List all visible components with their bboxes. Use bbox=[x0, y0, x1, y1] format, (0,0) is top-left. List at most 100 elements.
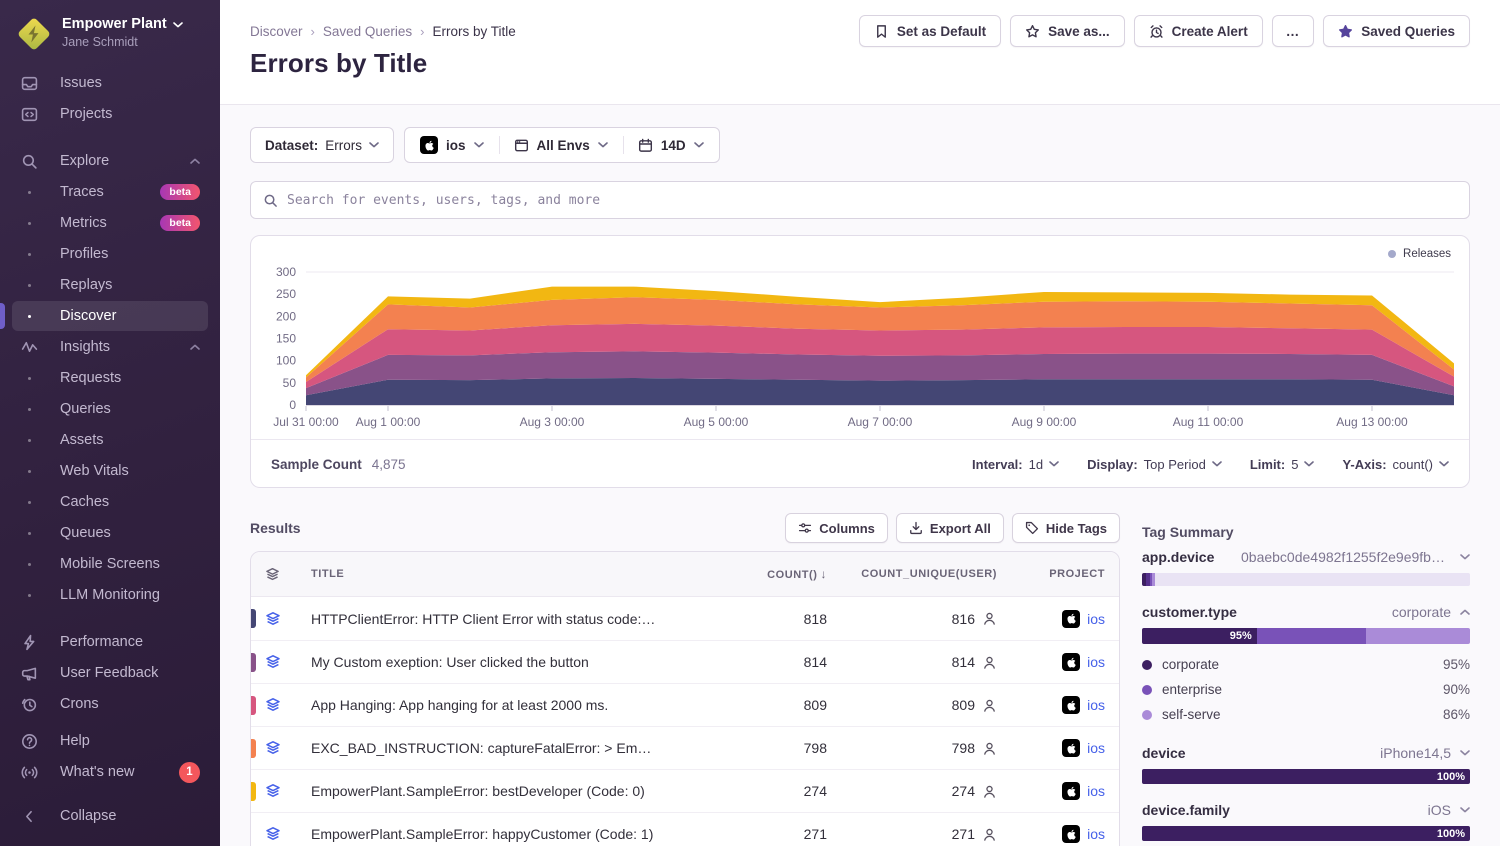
releases-legend-toggle[interactable]: Releases bbox=[251, 236, 1469, 262]
more-options-button[interactable]: … bbox=[1272, 15, 1315, 47]
sidebar-item-user-feedback[interactable]: User Feedback bbox=[12, 658, 208, 688]
tag-distribution-bar[interactable]: 100% bbox=[1142, 826, 1470, 841]
sidebar-item-help[interactable]: Help bbox=[12, 726, 208, 756]
page-filter-group: ios All Envs 14D bbox=[404, 127, 720, 163]
org-switcher[interactable]: Empower Plant Jane Schmidt bbox=[12, 14, 208, 68]
bullet-icon bbox=[20, 524, 38, 542]
sidebar-item-issues[interactable]: Issues bbox=[12, 68, 208, 98]
tag-section-header[interactable]: device iPhone14,5 bbox=[1142, 745, 1470, 761]
user-icon bbox=[982, 698, 997, 713]
dataset-selector[interactable]: Dataset: Errors bbox=[250, 127, 394, 163]
sidebar-item-queries[interactable]: Queries bbox=[12, 394, 208, 424]
environment-filter[interactable]: All Envs bbox=[499, 128, 623, 162]
bullet-icon bbox=[20, 214, 38, 232]
set-as-default-button[interactable]: Set as Default bbox=[859, 15, 1001, 47]
tag-summary-panel: Tag Summary app.device 0baebc0de4982f125… bbox=[1142, 513, 1470, 846]
project-link[interactable]: ios bbox=[1087, 740, 1105, 756]
sidebar-item-caches[interactable]: Caches bbox=[12, 487, 208, 517]
project-cell[interactable]: ios bbox=[997, 610, 1105, 628]
sidebar-item-queues[interactable]: Queues bbox=[12, 518, 208, 548]
create-alert-button[interactable]: Create Alert bbox=[1134, 15, 1263, 47]
sidebar-item-mobile-screens[interactable]: Mobile Screens bbox=[12, 549, 208, 579]
table-row[interactable]: App Hanging: App hanging for at least 20… bbox=[251, 683, 1119, 726]
tag-distribution-bar[interactable]: 95% bbox=[1142, 628, 1470, 644]
sidebar-item-replays[interactable]: Replays bbox=[12, 270, 208, 300]
star-icon bbox=[1025, 24, 1040, 39]
tag-legend-item[interactable]: enterprise90% bbox=[1142, 677, 1470, 702]
limit-select[interactable]: Limit:5 bbox=[1250, 457, 1315, 472]
bullet-icon bbox=[20, 586, 38, 604]
project-link[interactable]: ios bbox=[1087, 654, 1105, 670]
project-cell[interactable]: ios bbox=[997, 696, 1105, 714]
display-select[interactable]: Display:Top Period bbox=[1087, 457, 1222, 472]
results-header: Results Columns Export All bbox=[250, 513, 1120, 543]
tag-legend-item[interactable]: corporate95% bbox=[1142, 652, 1470, 677]
tag-value-percent: 95% bbox=[1443, 657, 1470, 672]
sidebar-item-llm-monitoring[interactable]: LLM Monitoring bbox=[12, 580, 208, 610]
project-filter[interactable]: ios bbox=[405, 128, 499, 162]
project-link[interactable]: ios bbox=[1087, 611, 1105, 627]
column-title[interactable]: TITLE bbox=[311, 568, 677, 580]
sidebar-item-web-vitals[interactable]: Web Vitals bbox=[12, 456, 208, 486]
project-cell[interactable]: ios bbox=[997, 653, 1105, 671]
sidebar-item-crons[interactable]: Crons bbox=[12, 689, 208, 719]
tag-legend-item[interactable]: self-serve86% bbox=[1142, 702, 1470, 727]
search-icon bbox=[20, 152, 38, 170]
tag-section-header[interactable]: device.family iOS bbox=[1142, 802, 1470, 818]
search-input[interactable] bbox=[287, 193, 1457, 208]
tag-value-name: self-serve bbox=[1162, 707, 1221, 722]
sidebar-item-profiles[interactable]: Profiles bbox=[12, 239, 208, 269]
project-link[interactable]: ios bbox=[1087, 697, 1105, 713]
tag-top-value: iPhone14,5 bbox=[1380, 745, 1451, 761]
count-unique-cell: 809 bbox=[827, 697, 997, 713]
breadcrumb-saved-queries[interactable]: Saved Queries bbox=[323, 24, 412, 39]
tag-summary-heading: Tag Summary bbox=[1142, 517, 1470, 547]
count-value: 818 bbox=[677, 611, 827, 627]
column-count[interactable]: COUNT()↓ bbox=[677, 567, 827, 581]
help-icon bbox=[20, 732, 38, 750]
saved-queries-button[interactable]: Saved Queries bbox=[1323, 15, 1470, 47]
sidebar-group-explore[interactable]: Explore bbox=[12, 146, 208, 176]
apple-icon bbox=[1062, 653, 1080, 671]
sidebar-item-requests[interactable]: Requests bbox=[12, 363, 208, 393]
results-table: TITLE COUNT()↓ COUNT_UNIQUE(USER) PROJEC… bbox=[250, 551, 1120, 846]
yaxis-select[interactable]: Y-Axis:count() bbox=[1342, 457, 1449, 472]
table-row[interactable]: My Custom exeption: User clicked the but… bbox=[251, 640, 1119, 683]
columns-button[interactable]: Columns bbox=[785, 513, 888, 543]
apple-icon bbox=[1062, 696, 1080, 714]
export-all-button[interactable]: Export All bbox=[896, 513, 1004, 543]
table-row[interactable]: EXC_BAD_INSTRUCTION: captureFatalError: … bbox=[251, 726, 1119, 769]
interval-select[interactable]: Interval:1d bbox=[972, 457, 1059, 472]
project-link[interactable]: ios bbox=[1087, 826, 1105, 842]
series-color-chip bbox=[251, 739, 256, 758]
tag-distribution-bar[interactable]: 100% bbox=[1142, 769, 1470, 784]
ellipsis-icon: … bbox=[1286, 24, 1301, 39]
column-project[interactable]: PROJECT bbox=[997, 568, 1105, 580]
sidebar-item-traces[interactable]: Traces beta bbox=[12, 177, 208, 207]
date-range-filter[interactable]: 14D bbox=[623, 128, 719, 162]
hide-tags-button[interactable]: Hide Tags bbox=[1012, 513, 1120, 543]
sidebar-item-performance[interactable]: Performance bbox=[12, 627, 208, 657]
project-link[interactable]: ios bbox=[1087, 783, 1105, 799]
sidebar-item-discover[interactable]: Discover bbox=[12, 301, 208, 331]
table-row[interactable]: EmpowerPlant.SampleError: happyCustomer … bbox=[251, 812, 1119, 846]
column-count-unique[interactable]: COUNT_UNIQUE(USER) bbox=[827, 568, 997, 580]
sidebar-item-metrics[interactable]: Metrics beta bbox=[12, 208, 208, 238]
project-cell[interactable]: ios bbox=[997, 739, 1105, 757]
breadcrumb-discover[interactable]: Discover bbox=[250, 24, 303, 39]
table-row[interactable]: HTTPClientError: HTTP Client Error with … bbox=[251, 597, 1119, 640]
tag-section-header[interactable]: customer.type corporate bbox=[1142, 604, 1470, 620]
save-as-button[interactable]: Save as... bbox=[1010, 15, 1125, 47]
sidebar-item-projects[interactable]: Projects bbox=[12, 99, 208, 129]
sidebar-item-label: User Feedback bbox=[60, 665, 158, 681]
sidebar-group-insights[interactable]: Insights bbox=[12, 332, 208, 362]
project-cell[interactable]: ios bbox=[997, 825, 1105, 843]
tag-section-header[interactable]: app.device 0baebc0de4982f1255f2e9e9fb7… bbox=[1142, 549, 1470, 565]
sidebar-item-whats-new[interactable]: What's new 1 bbox=[12, 757, 208, 787]
tag-distribution-bar[interactable] bbox=[1142, 573, 1470, 586]
project-cell[interactable]: ios bbox=[997, 782, 1105, 800]
sidebar-item-assets[interactable]: Assets bbox=[12, 425, 208, 455]
table-row[interactable]: EmpowerPlant.SampleError: bestDeveloper … bbox=[251, 769, 1119, 812]
sidebar-collapse-button[interactable]: Collapse bbox=[12, 801, 208, 831]
stack-icon bbox=[265, 611, 311, 627]
